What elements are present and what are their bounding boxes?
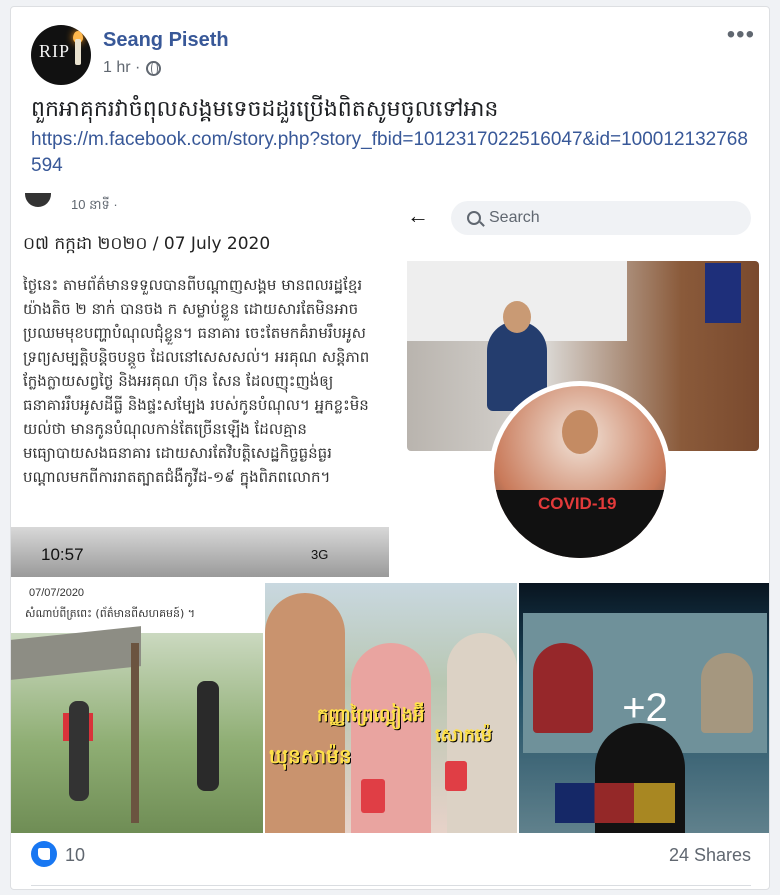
search-icon	[467, 211, 481, 225]
post-link[interactable]: https://m.facebook.com/story.php?story_f…	[31, 127, 751, 179]
covid-badge-text: COVID-19	[538, 494, 617, 513]
like-reaction-icon[interactable]	[31, 841, 57, 867]
author-name[interactable]: Seang Piseth	[103, 29, 229, 52]
photo-group[interactable]: កញ្ញាព្រៃល្អៀងអ៊ី ឃុនសាម៉ន សោកម៉េ	[265, 583, 517, 833]
drink-glass-1	[361, 779, 385, 813]
candle-icon	[75, 39, 81, 65]
avatar-rip-text: RIP	[39, 41, 71, 61]
overlay-text-2: ឃុនសាម៉ន	[269, 744, 352, 768]
photo-caption: សំណាប់ពីត្រពេះ (ព័ត៌មានពីសហគមន៍) ។	[25, 607, 196, 620]
doc-time: 10 នាទី ·	[71, 197, 118, 212]
phone-clock: 10:57	[41, 545, 84, 564]
search-placeholder: Search	[489, 209, 540, 226]
thumbs-up-icon	[38, 848, 50, 860]
cover-person-head	[503, 301, 531, 333]
phone-signal: 3G	[311, 547, 329, 562]
profile-picture: COVID-19	[489, 381, 671, 563]
profile-face	[562, 410, 598, 454]
overlay-text-1: កញ្ញាព្រៃល្អៀងអ៊ី	[317, 705, 425, 726]
more-options-button[interactable]: •••	[727, 21, 755, 49]
overlay-text-3: សោកម៉េ	[435, 725, 493, 746]
globe-icon[interactable]	[146, 60, 162, 76]
small-avatar	[25, 193, 51, 207]
photo-profile-screenshot[interactable]: ← Search COVID-19	[393, 193, 769, 577]
drink-glass-2	[445, 761, 467, 791]
footer-divider	[31, 885, 751, 886]
share-count[interactable]: 24 Shares	[669, 845, 751, 866]
doc-date: ០៧ កក្កដា ២០២០ / 07 July 2020	[23, 234, 271, 254]
back-arrow-icon: ←	[407, 203, 429, 228]
wooden-post	[131, 643, 139, 823]
feed-post: RIP Seang Piseth 1 hr · ••• ពួកអាគុករវាច…	[10, 6, 770, 890]
person-left	[69, 701, 89, 801]
profile-picture-image: COVID-19	[494, 386, 666, 558]
author-avatar[interactable]: RIP	[31, 25, 91, 85]
photo-village[interactable]: 07/07/2020 សំណាប់ពីត្រពេះ (ព័ត៌មានពីសហគម…	[11, 583, 263, 833]
doc-body: ថ្ងៃនេះ តាមព័ត៌មានទទួលបានពីបណ្តាញសង្គម ម…	[23, 276, 370, 486]
post-text: ពួកអាគុករវាចំពុលសង្គមទេចដដួរប្រើងពិតសូមច…	[31, 97, 499, 122]
person-right	[197, 681, 219, 791]
search-bar: Search	[451, 201, 751, 235]
photo-document-screenshot[interactable]: 10 នាទី · ០៧ កក្កដា ២០២០ / 07 July 2020 …	[11, 193, 391, 577]
post-time[interactable]: 1 hr ·	[103, 59, 140, 77]
flag-image	[705, 263, 741, 323]
photo-more[interactable]: +2	[519, 583, 769, 833]
post-meta: 1 hr ·	[103, 59, 162, 77]
more-photos-count[interactable]: +2	[519, 583, 769, 833]
like-count[interactable]: 10	[65, 845, 85, 866]
post-footer: 10 24 Shares	[11, 827, 769, 889]
photo-date-stamp: 07/07/2020	[29, 587, 85, 599]
